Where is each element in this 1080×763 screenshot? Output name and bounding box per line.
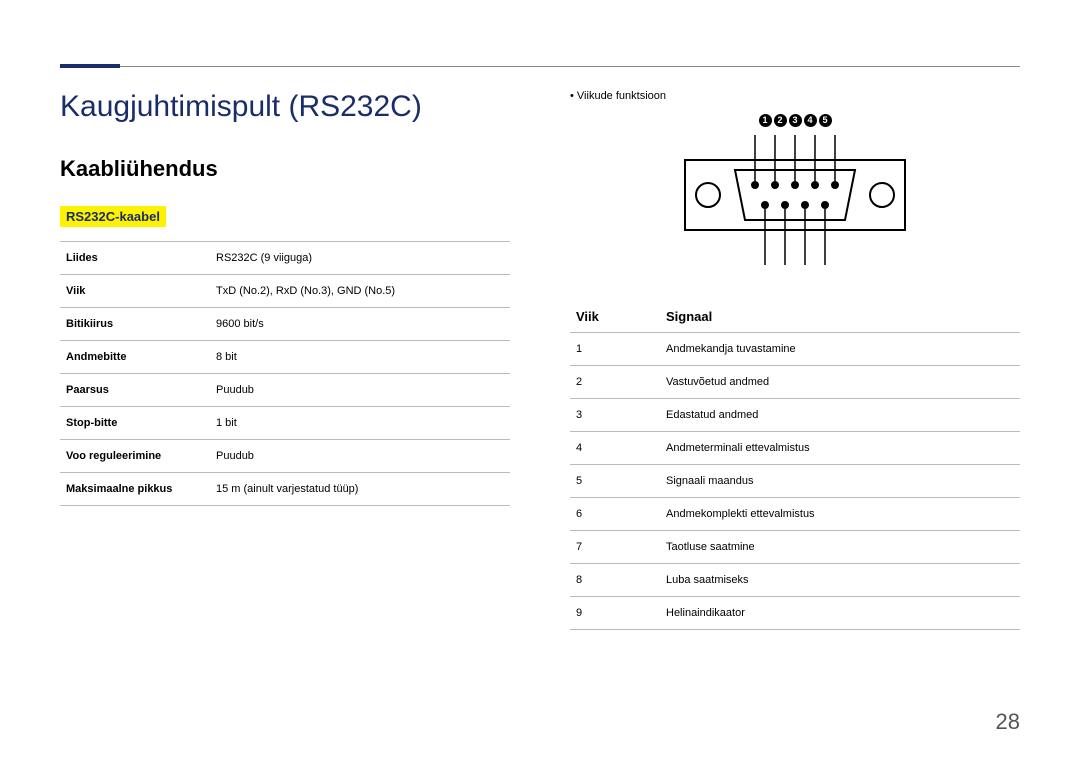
pin-badge: 2 — [774, 114, 787, 127]
spec-value: TxD (No.2), RxD (No.3), GND (No.5) — [210, 275, 510, 308]
pin-signal: Andmeterminali ettevalmistus — [660, 432, 1020, 465]
page-title: Kaugjuhtimispult (RS232C) — [60, 90, 510, 124]
bullet-icon — [570, 90, 577, 102]
connector-figure: 1 2 3 4 5 — [570, 114, 1020, 273]
spec-label: Paarsus — [60, 374, 210, 407]
pin-signal: Andmekomplekti ettevalmistus — [660, 498, 1020, 531]
signal-header-signal: Signaal — [660, 301, 1020, 333]
pin-badge: 4 — [804, 114, 817, 127]
spec-value: Puudub — [210, 440, 510, 473]
spec-value: 9600 bit/s — [210, 308, 510, 341]
table-row: PaarsusPuudub — [60, 374, 510, 407]
pin-signal: Andmekandja tuvastamine — [660, 333, 1020, 366]
subsection-heading: RS232C-kaabel — [60, 206, 166, 227]
signal-header-pin: Viik — [570, 301, 660, 333]
pin-signal: Vastuvõetud andmed — [660, 366, 1020, 399]
page-content: Kaugjuhtimispult (RS232C) Kaabliühendus … — [60, 90, 1020, 630]
pin-number: 8 — [570, 564, 660, 597]
right-column: Viikude funktsioon 1 2 3 4 5 — [570, 90, 1020, 630]
pin-number: 3 — [570, 399, 660, 432]
header-accent-bar — [60, 64, 120, 68]
table-row: 3Edastatud andmed — [570, 399, 1020, 432]
pin-number: 2 — [570, 366, 660, 399]
table-row: 8Luba saatmiseks — [570, 564, 1020, 597]
spec-value: Puudub — [210, 374, 510, 407]
table-row: Bitikiirus9600 bit/s — [60, 308, 510, 341]
signal-table: Viik Signaal 1Andmekandja tuvastamine 2V… — [570, 301, 1020, 630]
table-row: 1Andmekandja tuvastamine — [570, 333, 1020, 366]
spec-value: 8 bit — [210, 341, 510, 374]
spec-table: LiidesRS232C (9 viiguga) ViikTxD (No.2),… — [60, 241, 510, 506]
pin-badges-row: 1 2 3 4 5 — [759, 114, 832, 127]
spec-value: RS232C (9 viiguga) — [210, 242, 510, 275]
spec-label: Viik — [60, 275, 210, 308]
pin-function-bullet: Viikude funktsioon — [570, 90, 1020, 102]
pin-signal: Edastatud andmed — [660, 399, 1020, 432]
pin-number: 6 — [570, 498, 660, 531]
table-row: LiidesRS232C (9 viiguga) — [60, 242, 510, 275]
spec-label: Stop-bitte — [60, 407, 210, 440]
left-column: Kaugjuhtimispult (RS232C) Kaabliühendus … — [60, 90, 510, 630]
spec-label: Voo reguleerimine — [60, 440, 210, 473]
pin-function-label: Viikude funktsioon — [577, 90, 666, 102]
spec-value: 15 m (ainult varjestatud tüüp) — [210, 473, 510, 506]
db9-connector-icon — [570, 130, 1020, 273]
table-row: 9Helinaindikaator — [570, 597, 1020, 630]
spec-value: 1 bit — [210, 407, 510, 440]
header-divider — [120, 66, 1020, 67]
pin-number: 7 — [570, 531, 660, 564]
table-row: ViikTxD (No.2), RxD (No.3), GND (No.5) — [60, 275, 510, 308]
pin-signal: Helinaindikaator — [660, 597, 1020, 630]
pin-signal: Taotluse saatmine — [660, 531, 1020, 564]
section-heading: Kaabliühendus — [60, 156, 510, 182]
table-row: 2Vastuvõetud andmed — [570, 366, 1020, 399]
table-row: Stop-bitte1 bit — [60, 407, 510, 440]
pin-badge: 5 — [819, 114, 832, 127]
pin-number: 5 — [570, 465, 660, 498]
pin-signal: Luba saatmiseks — [660, 564, 1020, 597]
table-row: 6Andmekomplekti ettevalmistus — [570, 498, 1020, 531]
table-row: 5Signaali maandus — [570, 465, 1020, 498]
spec-label: Liides — [60, 242, 210, 275]
table-row: 7Taotluse saatmine — [570, 531, 1020, 564]
pin-badge: 1 — [759, 114, 772, 127]
pin-number: 9 — [570, 597, 660, 630]
pin-badge: 3 — [789, 114, 802, 127]
table-row: Maksimaalne pikkus15 m (ainult varjestat… — [60, 473, 510, 506]
pin-number: 4 — [570, 432, 660, 465]
table-row: 4Andmeterminali ettevalmistus — [570, 432, 1020, 465]
pin-signal: Signaali maandus — [660, 465, 1020, 498]
table-row: Voo reguleeriminePuudub — [60, 440, 510, 473]
spec-label: Maksimaalne pikkus — [60, 473, 210, 506]
page-number: 28 — [996, 709, 1020, 735]
spec-label: Andmebitte — [60, 341, 210, 374]
pin-number: 1 — [570, 333, 660, 366]
spec-label: Bitikiirus — [60, 308, 210, 341]
table-row: Andmebitte8 bit — [60, 341, 510, 374]
